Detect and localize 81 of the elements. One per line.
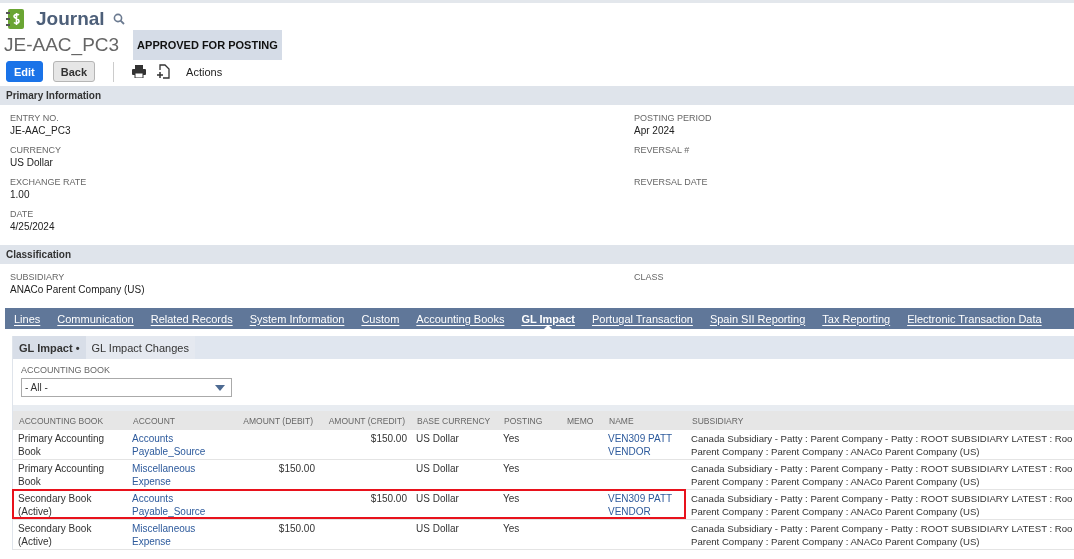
- field-label: DATE: [10, 209, 35, 219]
- tab[interactable]: Custom: [361, 312, 400, 325]
- actions-menu[interactable]: Actions: [186, 65, 223, 78]
- page-title: Journal: [36, 8, 105, 30]
- field-value: ANACo Parent Company (US): [10, 284, 146, 295]
- name-link[interactable]: VEN309 PATT VENDOR: [603, 492, 686, 518]
- table-cell-text: US Dollar: [415, 432, 460, 445]
- field-label: REVERSAL #: [634, 145, 691, 155]
- column-header: AMOUNT (DEBIT): [242, 415, 314, 426]
- field-value: JE-AAC_PC3: [10, 125, 72, 136]
- field-value: 1.00: [10, 189, 31, 200]
- search-icon[interactable]: [112, 13, 125, 25]
- table-cell-text: US Dollar: [415, 492, 460, 505]
- table-cell-text: $150.00: [369, 492, 408, 505]
- table-cell-text: $150.00: [277, 522, 316, 535]
- table-cell-text: $150.00: [277, 462, 316, 475]
- status-badge: APPROVED FOR POSTING: [133, 30, 282, 60]
- section-header: Primary Information: [0, 86, 1074, 105]
- table-cell-text: Yes: [502, 492, 521, 505]
- column-header: BASE CURRENCY: [416, 415, 492, 426]
- tab[interactable]: Lines: [14, 312, 41, 325]
- table-cell-text: Canada Subsidiary - Patty : Parent Company - Patty : ROOT SUBSIDIARY LATEST : Roo: [690, 432, 1074, 445]
- tab[interactable]: Related Records: [150, 312, 233, 325]
- journal-icon: [6, 9, 24, 29]
- accounting-book-select[interactable]: - All -: [21, 378, 232, 397]
- field-label: SUBSIDIARY: [10, 272, 66, 282]
- record-id: JE-AAC_PC3: [4, 34, 120, 56]
- field-value: 4/25/2024: [10, 221, 56, 232]
- field-value: Apr 2024: [634, 125, 676, 136]
- subtab[interactable]: GL Impact Changes: [85, 336, 195, 359]
- caret-icon: [215, 384, 225, 391]
- table-cell-text: Canada Subsidiary - Patty : Parent Company - Patty : ROOT SUBSIDIARY LATEST : Roo: [690, 492, 1074, 505]
- section-header: Classification: [0, 245, 1074, 264]
- field-label: POSTING PERIOD: [634, 113, 713, 123]
- table-cell-text: Canada Subsidiary - Patty : Parent Company - Patty : ROOT SUBSIDIARY LATEST : Roo: [690, 522, 1074, 535]
- table-cell-text: Parent Company : Parent Company : ANACo Parent Company (US): [690, 445, 981, 458]
- table-cell-text: Yes: [502, 522, 521, 535]
- tab[interactable]: Communication: [57, 312, 134, 325]
- column-header: SUBSIDIARY: [691, 415, 745, 426]
- table-cell-text: Secondary Book (Active): [17, 522, 93, 548]
- column-header: ACCOUNTING BOOK: [18, 415, 105, 426]
- subtab[interactable]: GL Impact •: [13, 336, 86, 359]
- table-cell-text: Parent Company : Parent Company : ANACo Parent Company (US): [690, 475, 981, 488]
- column-header: AMOUNT (CREDIT): [327, 415, 406, 426]
- tab[interactable]: Portugal Transaction: [592, 312, 693, 325]
- column-header: NAME: [608, 415, 635, 426]
- tab[interactable]: Electronic Transaction Data: [907, 312, 1042, 325]
- account-link[interactable]: Accounts Payable_Source: [127, 432, 227, 458]
- field-label: EXCHANGE RATE: [10, 177, 88, 187]
- field-label: REVERSAL DATE: [634, 177, 709, 187]
- column-header: ACCOUNT: [132, 415, 177, 426]
- back-button[interactable]: Back: [52, 61, 96, 82]
- table-cell-text: Parent Company : Parent Company : ANACo Parent Company (US): [690, 535, 981, 548]
- table-cell-text: US Dollar: [415, 462, 460, 475]
- table-cell-text: $150.00: [369, 432, 408, 445]
- account-link[interactable]: Miscellaneous Expense: [127, 522, 227, 548]
- add-document-icon[interactable]: [156, 64, 171, 79]
- tab[interactable]: Accounting Books: [416, 312, 505, 325]
- filter-label: ACCOUNTING BOOK: [21, 365, 111, 375]
- account-link[interactable]: Accounts Payable_Source: [127, 492, 227, 518]
- table-cell-text: Primary Accounting Book: [17, 462, 106, 488]
- edit-button[interactable]: Edit: [6, 61, 43, 82]
- table-cell-text: Primary Accounting Book: [17, 432, 106, 458]
- field-label: ENTRY NO.: [10, 113, 60, 123]
- table-cell-text: Secondary Book (Active): [17, 492, 93, 518]
- column-header: MEMO: [566, 415, 595, 426]
- name-link[interactable]: VEN309 PATT VENDOR: [603, 432, 686, 458]
- print-icon[interactable]: [132, 65, 147, 78]
- tab[interactable]: Tax Reporting: [822, 312, 891, 325]
- table-cell-text: Yes: [502, 462, 521, 475]
- column-header: POSTING: [503, 415, 544, 426]
- table-cell-text: Canada Subsidiary - Patty : Parent Company - Patty : ROOT SUBSIDIARY LATEST : Roo: [690, 462, 1074, 475]
- field-value: US Dollar: [10, 157, 54, 168]
- table-cell-text: Yes: [502, 432, 521, 445]
- table-cell-text: Parent Company : Parent Company : ANACo Parent Company (US): [690, 505, 981, 518]
- field-label: CLASS: [634, 272, 665, 282]
- tab[interactable]: System Information: [249, 312, 345, 325]
- field-label: CURRENCY: [10, 145, 62, 155]
- table-cell-text: US Dollar: [415, 522, 460, 535]
- account-link[interactable]: Miscellaneous Expense: [127, 462, 227, 488]
- tab[interactable]: Spain SII Reporting: [709, 312, 806, 325]
